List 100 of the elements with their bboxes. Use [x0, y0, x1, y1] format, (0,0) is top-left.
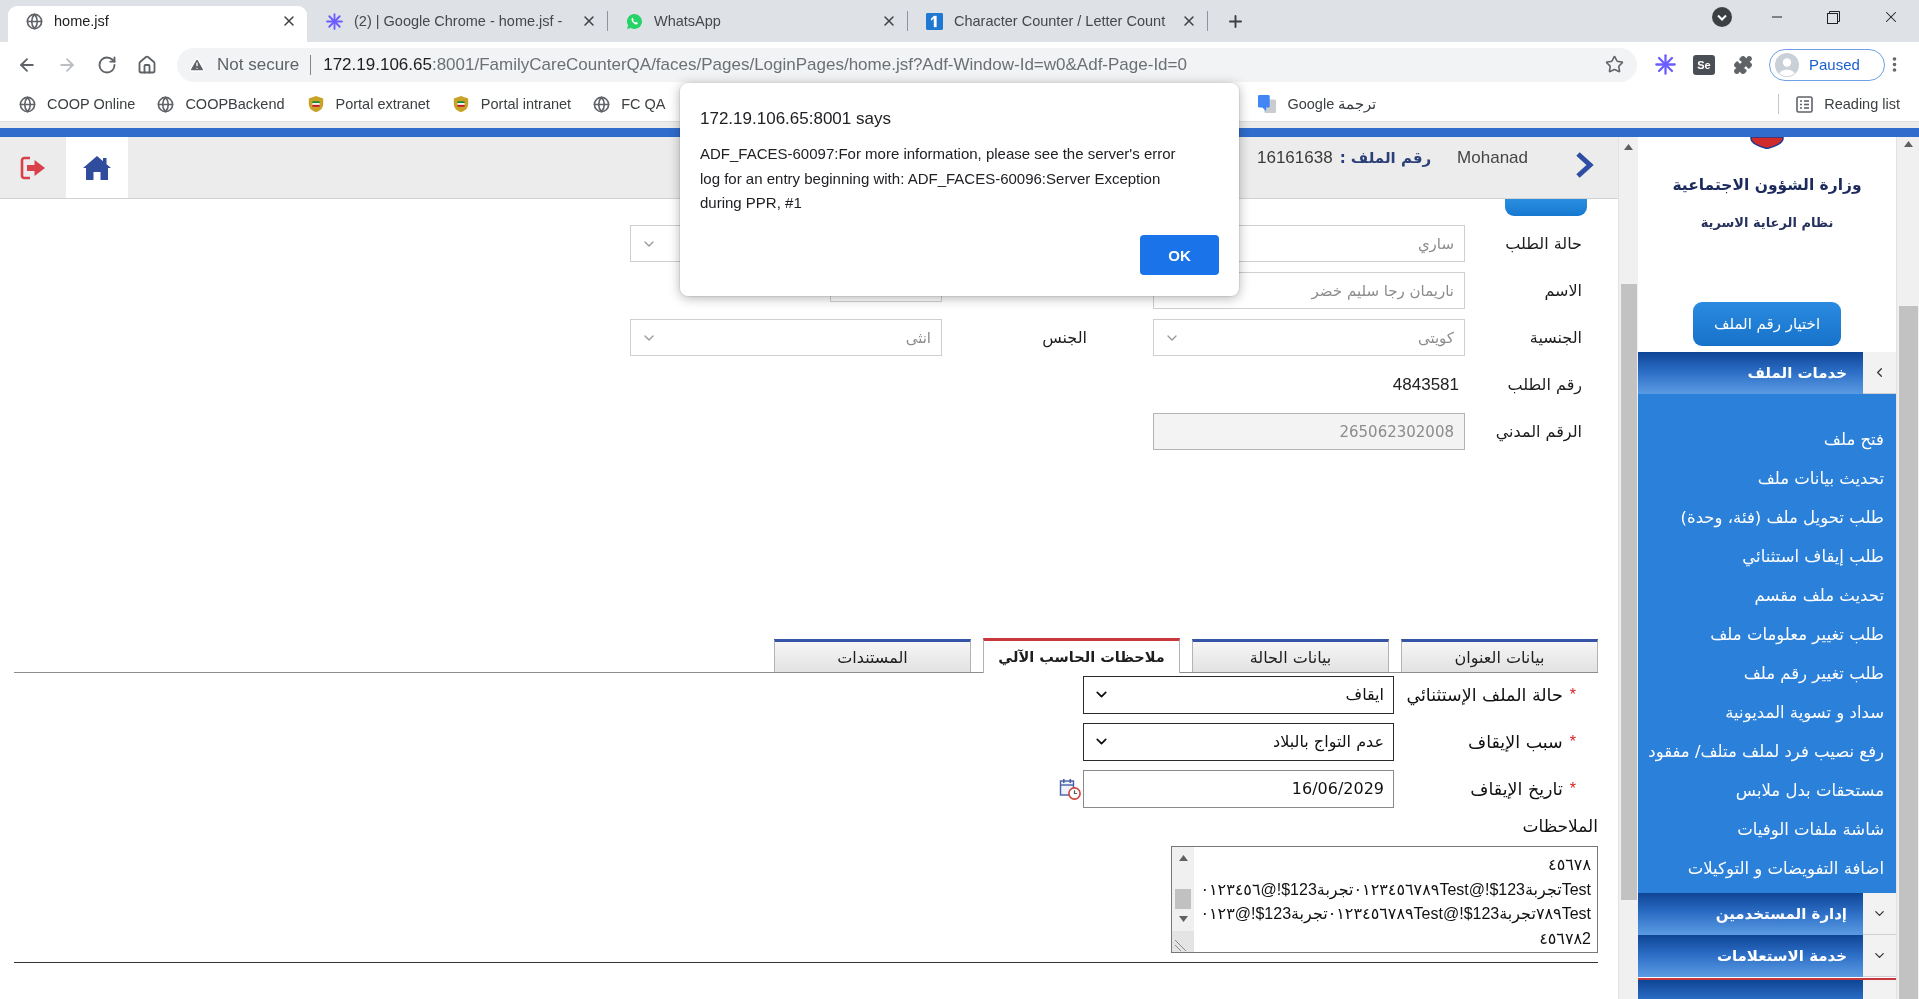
burst-icon[interactable]	[326, 12, 343, 30]
field-label: الاسم	[1544, 281, 1582, 300]
reading-list-button[interactable]: Reading list	[1785, 90, 1911, 118]
extension-button[interactable]: Se	[1693, 54, 1715, 75]
close-icon[interactable]	[881, 13, 897, 29]
chevron-right-icon[interactable]	[1574, 151, 1594, 179]
bookmark-item[interactable]: Portal intranet	[440, 90, 583, 118]
security-status[interactable]: Not secure	[217, 54, 300, 75]
menu-section-header[interactable]: خدمة الاستعلامات	[1638, 935, 1896, 977]
dialog-message: ADF_FACES-60097:For more information, please see the server's error log for an entry beginning with: ADF_FACES-60096:Server Exception during PPR, #1	[700, 144, 1177, 213]
section-tab[interactable]: ملاحظات الحاسب الآلي	[983, 638, 1180, 673]
star-icon[interactable]	[1605, 55, 1624, 74]
select-field[interactable]: عدم التواج بالبلاد	[1083, 722, 1394, 761]
scrollbar-thumb[interactable]	[1175, 889, 1191, 909]
required-asterisk: *	[1569, 779, 1576, 798]
resize-grip-icon[interactable]	[1172, 931, 1194, 952]
request-number: 4843581	[1392, 374, 1459, 395]
caret-circle-icon[interactable]	[1712, 7, 1732, 27]
field-label: حالة الملف الإستثنائي	[1406, 684, 1563, 705]
home-icon[interactable]	[137, 54, 157, 75]
browser-tab[interactable]: home.jsf	[8, 6, 307, 42]
notes-label: الملاحظات	[1522, 815, 1598, 836]
menu-item[interactable]: تحديث ملف مقسم	[1754, 576, 1884, 615]
section-tab[interactable]: بيانات الحالة	[1192, 639, 1389, 672]
partial-button[interactable]	[1505, 199, 1587, 216]
puzzle-icon[interactable]	[1733, 54, 1753, 75]
field-label: الجنسية	[1529, 328, 1582, 347]
tile-icon	[926, 12, 943, 30]
warning-icon[interactable]	[189, 56, 205, 73]
field-label: الرقم المدني	[1495, 422, 1582, 441]
burst-icon[interactable]	[1654, 54, 1676, 75]
globe-icon	[26, 12, 43, 30]
emblem-icon	[451, 95, 470, 113]
scroll-up-icon[interactable]	[1903, 141, 1913, 147]
menu-item[interactable]: شاشة ملفات الوفيات	[1737, 810, 1884, 849]
list-icon[interactable]	[1796, 95, 1814, 113]
emblem-icon	[306, 95, 325, 113]
shield-icon	[1750, 137, 1784, 149]
bookmark-item[interactable]: COOPBackend	[146, 90, 296, 118]
date-field[interactable]: 16/06/2029	[1083, 769, 1394, 808]
menu-section-header[interactable]: خدمات الملف	[1638, 352, 1896, 394]
scroll-down-icon[interactable]	[1178, 916, 1188, 922]
scroll-up-icon[interactable]	[1178, 855, 1188, 861]
menu-item[interactable]: مستحقات بدل ملابس	[1735, 771, 1884, 810]
menu-item[interactable]: طلب إيقاف استثنائي	[1742, 537, 1884, 576]
menu-item[interactable]: طلب تغيير رقم ملف	[1743, 654, 1884, 693]
menu-item[interactable]: تحديث بيانات ملف	[1757, 459, 1884, 498]
bookmark-item[interactable]: FC QA	[582, 90, 677, 118]
calendar-clock-icon[interactable]	[1059, 777, 1081, 800]
select-file-button[interactable]: اختيار رقم الملف	[1693, 302, 1841, 346]
bookmark-item[interactable]: Portal extranet	[295, 90, 441, 118]
menu-item[interactable]: اضافة التفويضات و التوكيلات	[1687, 849, 1884, 888]
restore-icon[interactable]	[1827, 10, 1840, 24]
browser-tab[interactable]: (2) | Google Chrome - home.jsf -	[308, 6, 607, 42]
logout-icon[interactable]	[19, 154, 47, 181]
url-text[interactable]: 172.19.106.65:8001/FamilyCareCounterQA/faces/Pages/LoginPages/home.jsf?Adf-Window-Id=w0&Adf-Page-Id=0	[323, 54, 1187, 75]
globe-icon	[593, 95, 611, 113]
menu-item[interactable]: رفع نصيب فرد لملف متلف/ مفقود	[1648, 732, 1884, 771]
section-tab[interactable]: بيانات العنوان	[1401, 639, 1598, 672]
required-asterisk: *	[1569, 732, 1576, 751]
scrollbar[interactable]	[1618, 137, 1638, 999]
system-subtitle: نظام الرعاية الاسرية	[1700, 214, 1834, 233]
scrollbar[interactable]	[1896, 137, 1919, 999]
user-name: Mohanad	[1457, 147, 1528, 169]
dialog-title: 172.19.106.65:8001 says	[700, 108, 891, 130]
scrollbar-thumb[interactable]	[1620, 284, 1637, 900]
browser-tab[interactable]: WhatsApp	[608, 6, 907, 42]
field-label: حالة الطلب	[1505, 234, 1582, 253]
field-label: رقم الطلب	[1507, 375, 1582, 394]
bookmark-item[interactable]: COOP Online	[8, 90, 147, 118]
file-number: 16161638	[1257, 147, 1333, 169]
notes-textarea[interactable]: ٤٥٦٧٨ ٠١٢٣٤٥٦@!$123٠١٢٣٤٥٦٧٨٩تجربةTest@!$123تجربةTest ٠١٢٣@!$123٠١٢٣٤٥٦٧٨٩تجربةTest@!$123٧٨٩تجربةTest ٤٥٦٧٨2	[1171, 846, 1598, 953]
field-label: الجنس	[1042, 328, 1087, 347]
globe-icon	[157, 95, 175, 113]
reload-icon[interactable]	[97, 54, 117, 75]
select-field[interactable]: ايقاف	[1083, 675, 1394, 714]
translate-icon	[1258, 95, 1277, 113]
scroll-up-icon[interactable]	[1624, 144, 1633, 150]
globe-icon	[19, 95, 36, 113]
file-number-label: رقم الملف :	[1339, 148, 1432, 169]
section-tab[interactable]: المستندات	[774, 639, 971, 672]
field-label: تاريخ الإيقاف	[1470, 778, 1563, 799]
chat-phone-icon	[626, 12, 643, 30]
close-icon[interactable]	[1181, 13, 1197, 29]
close-icon[interactable]	[281, 13, 297, 29]
menu-section-header[interactable]: إدارة المستخدمين	[1638, 893, 1896, 935]
browser-tab[interactable]: Character Counter / Letter Count	[908, 6, 1207, 42]
menu-item[interactable]: طلب تغيير معلومات ملف	[1710, 615, 1884, 654]
menu-item[interactable]: طلب تحويل ملف (فئة، وحدة)	[1680, 498, 1884, 537]
partial-section-header[interactable]	[1638, 978, 1896, 999]
home-button[interactable]	[66, 137, 128, 198]
close-icon[interactable]	[581, 13, 597, 29]
menu-item[interactable]: سداد و تسوية المديونية	[1725, 693, 1884, 732]
scrollbar[interactable]	[1172, 847, 1194, 931]
ok-button[interactable]: OK	[1140, 235, 1219, 275]
menu-item[interactable]: فتح ملف	[1823, 420, 1884, 459]
bookmark-item[interactable]: Google ترجمة	[1247, 90, 1388, 118]
address-bar[interactable]: Not secure 172.19.106.65:8001/FamilyCareCounterQA/faces/Pages/LoginPages/home.jsf?Adf-Window-Id=w0&Adf-Page-Id=0	[177, 47, 1637, 82]
home-icon[interactable]	[82, 154, 112, 181]
scrollbar-thumb[interactable]	[1898, 306, 1918, 999]
